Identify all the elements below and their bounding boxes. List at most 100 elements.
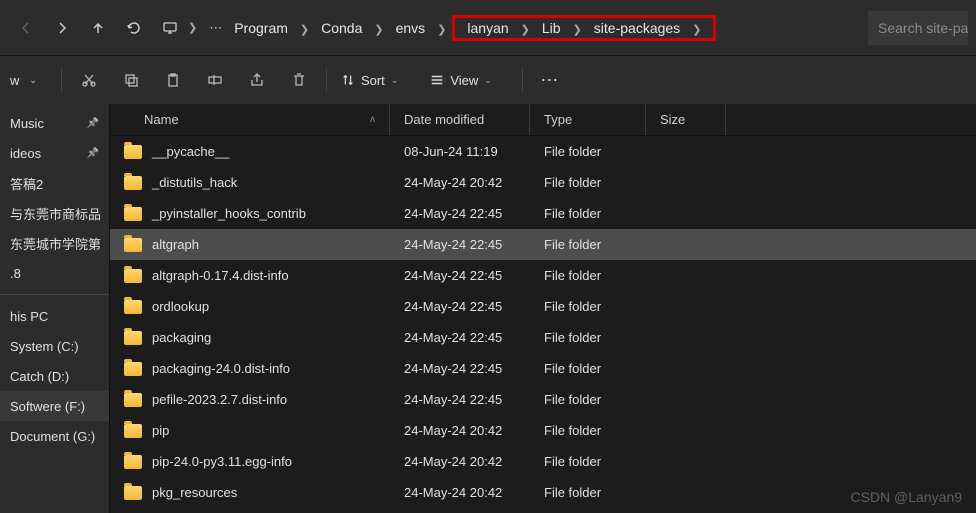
folder-icon [124,424,142,438]
refresh-button[interactable] [116,10,152,46]
table-row[interactable]: pkg_resources24-May-24 20:42File folder [110,477,976,508]
file-date: 24-May-24 22:45 [390,260,530,291]
table-row[interactable]: pefile-2023.2.7.dist-info24-May-24 22:45… [110,384,976,415]
file-type: File folder [530,353,646,384]
delete-button[interactable] [278,62,320,98]
breadcrumb-item[interactable]: lanyan [461,16,514,40]
paste-button[interactable] [152,62,194,98]
table-row[interactable]: _distutils_hack24-May-24 20:42File folde… [110,167,976,198]
file-size [646,477,726,508]
breadcrumb-highlight: lanyan❯Lib❯site-packages❯ [452,15,716,41]
sidebar-item-label: 与东莞市商标品 [10,204,101,223]
file-size [646,260,726,291]
file-size [646,229,726,260]
chevron-right-icon: ❯ [573,24,582,36]
breadcrumb-item[interactable]: Lib [536,16,567,40]
pin-icon: 📌 [87,118,99,129]
sidebar-item[interactable]: his PC [0,301,109,331]
sidebar-item-label: his PC [10,309,48,324]
search-input[interactable]: Search site-pa [868,11,968,45]
file-type: File folder [530,229,646,260]
share-button[interactable] [236,62,278,98]
chevron-right-icon: ❯ [374,24,383,36]
table-row[interactable]: _pyinstaller_hooks_contrib24-May-24 22:4… [110,198,976,229]
separator [522,68,523,92]
breadcrumb-item[interactable]: Conda [315,16,368,40]
sidebar-item[interactable]: 与东莞市商标品 [0,198,109,228]
sidebar-item[interactable]: Document (G:) [0,421,109,451]
column-size[interactable]: Size [646,104,726,135]
table-row[interactable]: __pycache__08-Jun-24 11:19File folder [110,136,976,167]
file-type: File folder [530,415,646,446]
file-name: pip [152,423,169,438]
table-row[interactable]: packaging-24.0.dist-info 24-May-24 22:45F… [110,353,976,384]
file-date: 24-May-24 22:45 [390,291,530,322]
table-row[interactable]: packaging 24-May-24 22:45File folder [110,322,976,353]
breadcrumb-item[interactable]: Program [228,16,294,40]
file-date: 24-May-24 22:45 [390,322,530,353]
sidebar-item[interactable]: ideos📌 [0,138,109,168]
cut-button[interactable] [68,62,110,98]
sort-button[interactable]: Sort⌄ [333,69,406,92]
file-name: pip-24.0-py3.11.egg-info [152,454,292,469]
table-row[interactable]: pip-24.0-py3.11.egg-info24-May-24 20:42F… [110,446,976,477]
table-row[interactable]: ordlookup24-May-24 22:45File folder [110,291,976,322]
file-name: packaging-24.0.dist-info [152,361,290,376]
more-button[interactable]: ⋯ [529,62,571,98]
view-button[interactable]: View⌄ [422,69,500,92]
file-name: pkg_resources [152,485,237,500]
separator [61,68,62,92]
column-date[interactable]: Date modified [390,104,530,135]
table-row[interactable]: pip24-May-24 20:42File folder [110,415,976,446]
file-size [646,167,726,198]
file-size [646,384,726,415]
column-headers[interactable]: Nameʌ Date modified Type Size [110,104,976,136]
back-button[interactable] [8,10,44,46]
up-button[interactable] [80,10,116,46]
column-type[interactable]: Type [530,104,646,135]
file-date: 24-May-24 22:45 [390,353,530,384]
breadcrumb-overflow[interactable]: ⋯ [203,16,228,40]
folder-icon [124,393,142,407]
sidebar-item-label: Softwere (F:) [10,399,85,414]
folder-icon [124,238,142,252]
file-name: altgraph-0.17.4.dist-info [152,268,289,283]
folder-icon [124,145,142,159]
copy-button[interactable] [110,62,152,98]
sidebar-item[interactable]: Catch (D:) [0,361,109,391]
sidebar-item-label: Music [10,116,44,131]
rename-button[interactable] [194,62,236,98]
breadcrumb[interactable]: ❯ ⋯ Program❯Conda❯envs❯ lanyan❯Lib❯site-… [162,15,858,41]
view-label: View [450,73,478,88]
sidebar-item-label: 东莞城市学院第 [10,234,101,253]
sidebar-item-label: .8 [10,266,21,281]
new-button[interactable]: w⌄ [2,69,45,92]
file-date: 24-May-24 22:45 [390,384,530,415]
file-date: 08-Jun-24 11:19 [390,136,530,167]
folder-icon [124,331,142,345]
table-row[interactable]: altgraph-0.17.4.dist-info 24-May-24 22:45… [110,260,976,291]
table-row[interactable]: altgraph 24-May-24 22:45File folder [110,229,976,260]
sidebar-item[interactable]: System (C:) [0,331,109,361]
breadcrumb-item[interactable]: site-packages [588,16,686,40]
column-name[interactable]: Nameʌ [110,104,390,135]
sidebar-item[interactable]: Music 📌 [0,108,109,138]
sidebar-item[interactable]: 东莞城市学院第 [0,228,109,258]
address-bar: ❯ ⋯ Program❯Conda❯envs❯ lanyan❯Lib❯site-… [0,0,976,56]
file-name: _pyinstaller_hooks_contrib [152,206,306,221]
breadcrumb-item[interactable]: envs [390,16,432,40]
sidebar-item[interactable]: 答稿2 [0,168,109,198]
file-name: packaging [152,330,211,345]
file-type: File folder [530,446,646,477]
file-date: 24-May-24 22:45 [390,229,530,260]
forward-button[interactable] [44,10,80,46]
file-size [646,353,726,384]
file-name: altgraph [152,237,199,252]
view-icon [430,73,444,87]
file-type: File folder [530,322,646,353]
sort-label: Sort [361,73,385,88]
sidebar-item[interactable]: Softwere (F:) [0,391,109,421]
sidebar-item[interactable]: .8 [0,258,109,288]
file-type: File folder [530,384,646,415]
file-size [646,415,726,446]
